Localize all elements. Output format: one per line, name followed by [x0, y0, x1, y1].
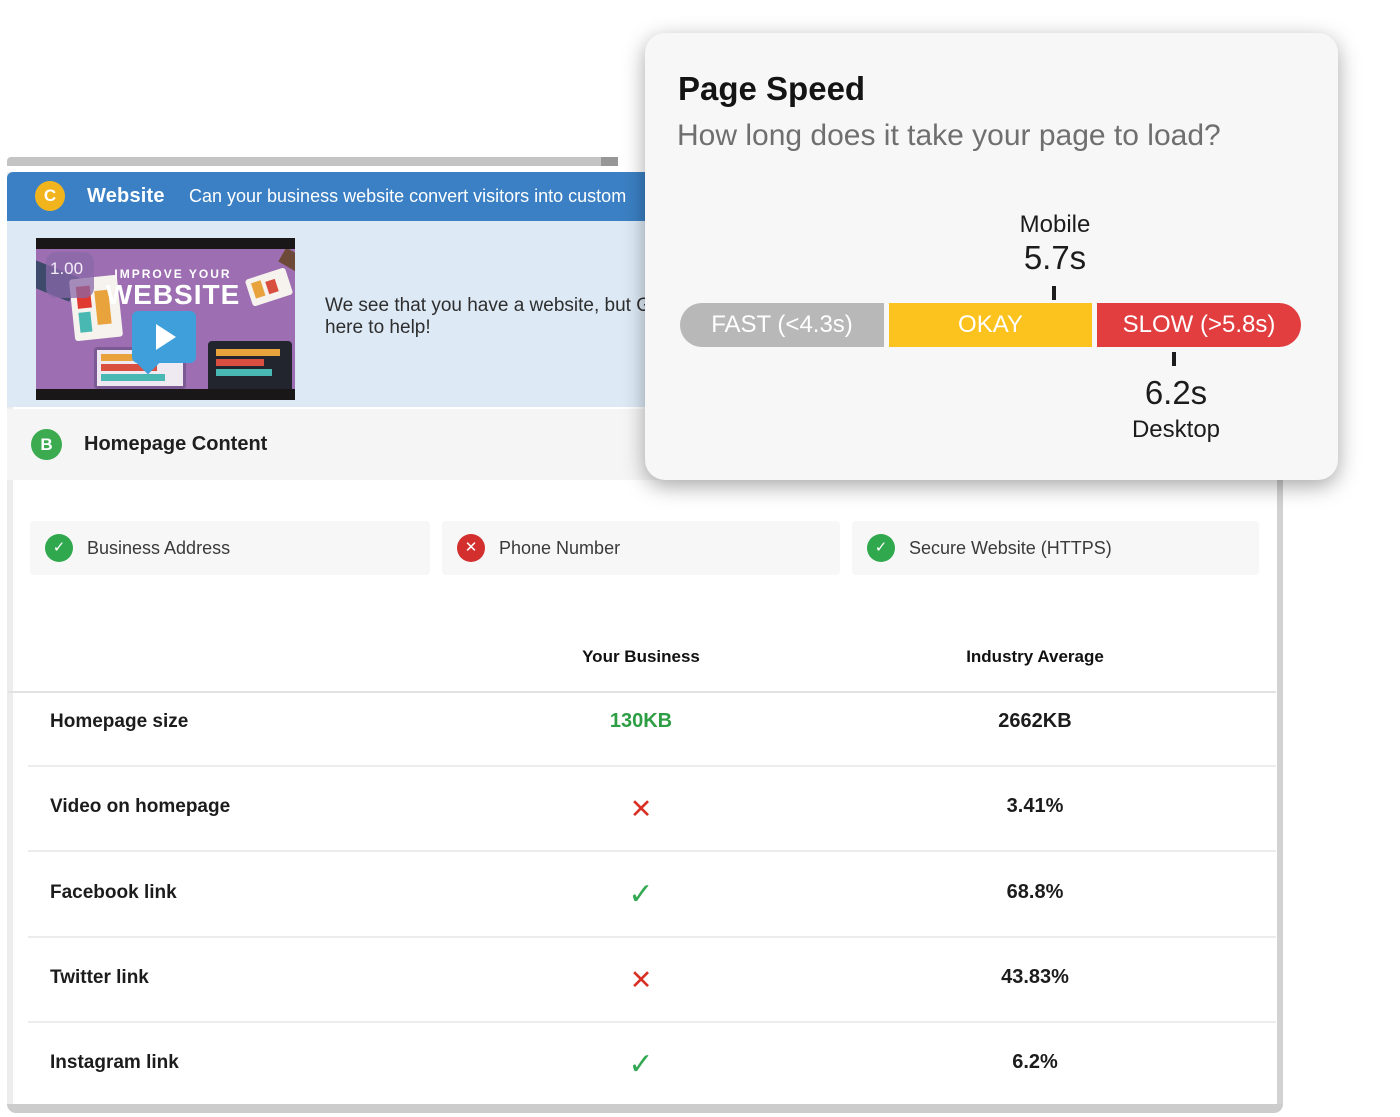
grade-badge-b: B	[31, 429, 62, 460]
scrollbar-thumb[interactable]	[601, 157, 618, 166]
check-label: Phone Number	[499, 521, 620, 575]
row-label-homepage-size: Homepage size	[50, 711, 188, 733]
table-row-divider	[28, 1021, 1276, 1023]
check-icon: ✓	[491, 874, 791, 916]
speed-segment-fast-label: FAST (<4.3s)	[711, 311, 853, 338]
table-row-divider	[28, 850, 1276, 852]
industry-average-value: 2662KB	[885, 710, 1185, 733]
homepage-content-title: Homepage Content	[84, 409, 267, 480]
stripe-shape	[216, 359, 264, 366]
page-speed-subtitle: How long does it take your page to load?	[677, 119, 1221, 153]
check-label: Secure Website (HTTPS)	[909, 521, 1112, 575]
row-label-instagram-link: Instagram link	[50, 1052, 179, 1074]
video-caption-main: WEBSITE	[102, 279, 244, 311]
desktop-label: Desktop	[1116, 416, 1236, 444]
phone-shape	[245, 267, 294, 307]
desktop-tick-mark	[1172, 352, 1176, 366]
desktop-speed-value: 6.2s	[1116, 374, 1236, 412]
panel-bottom-edge	[7, 1104, 1283, 1113]
column-header-industry-average: Industry Average	[885, 647, 1185, 667]
keyboard-shape	[82, 395, 192, 400]
play-button[interactable]	[132, 311, 196, 363]
check-card-business-address: ✓ Business Address	[30, 521, 430, 575]
stripe-shape	[265, 279, 279, 294]
speed-segment-okay-label: OKAY	[958, 311, 1023, 338]
stripe-shape	[101, 374, 165, 381]
check-label: Business Address	[87, 521, 230, 575]
speed-segment-fast: FAST (<4.3s)	[680, 303, 884, 347]
row-label-twitter-link: Twitter link	[50, 967, 149, 989]
section-subtitle: Can your business website convert visito…	[189, 172, 645, 221]
page-speed-card: Page Speed How long does it take your pa…	[645, 33, 1338, 480]
row-label-video-on-homepage: Video on homepage	[50, 796, 230, 818]
row-label-facebook-link: Facebook link	[50, 882, 177, 904]
check-circle-icon: ✓	[45, 534, 73, 562]
cross-icon: ✕	[491, 788, 791, 830]
page-speed-title: Page Speed	[678, 70, 865, 108]
mobile-speed-value: 5.7s	[995, 239, 1115, 277]
video-timestamp: 1.00	[50, 259, 94, 279]
grade-badge-c: C	[35, 181, 65, 211]
industry-average-value: 3.41%	[885, 795, 1185, 818]
check-card-secure-website: ✓ Secure Website (HTTPS)	[852, 521, 1259, 575]
table-row-divider	[28, 765, 1276, 767]
table-header-divider	[8, 691, 1276, 693]
speed-segment-slow-label: SLOW (>5.8s)	[1123, 311, 1276, 338]
stripe-shape	[251, 280, 265, 298]
play-icon	[156, 324, 176, 350]
cross-circle-icon: ✕	[457, 534, 485, 562]
check-icon: ✓	[491, 1044, 791, 1086]
video-thumbnail[interactable]: 1.00 IMPROVE YOUR WEBSITE	[36, 238, 295, 400]
section-title: Website	[87, 172, 165, 221]
laptop-keyboard-shape	[200, 393, 295, 400]
stripe-shape	[216, 369, 272, 376]
intro-text-line1: We see that you have a website, but Go	[325, 295, 662, 317]
table-row-divider	[28, 936, 1276, 938]
check-card-phone-number: ✕ Phone Number	[442, 521, 840, 575]
industry-average-value: 6.2%	[885, 1051, 1185, 1074]
check-circle-icon: ✓	[867, 534, 895, 562]
speed-segment-slow: SLOW (>5.8s)	[1097, 303, 1301, 347]
industry-average-value: 68.8%	[885, 881, 1185, 904]
industry-average-value: 43.83%	[885, 966, 1185, 989]
mobile-tick-mark	[1052, 286, 1056, 300]
your-business-value: 130KB	[491, 710, 791, 733]
cross-icon: ✕	[491, 959, 791, 1001]
stripe-shape	[216, 349, 280, 356]
horizontal-scrollbar[interactable]	[7, 157, 618, 166]
column-header-your-business: Your Business	[491, 647, 791, 667]
intro-text-line2: here to help!	[325, 317, 431, 339]
mobile-label: Mobile	[995, 211, 1115, 239]
speed-segment-okay: OKAY	[889, 303, 1092, 347]
laptop-screen-shape	[208, 341, 292, 393]
bar-shape	[78, 312, 92, 333]
